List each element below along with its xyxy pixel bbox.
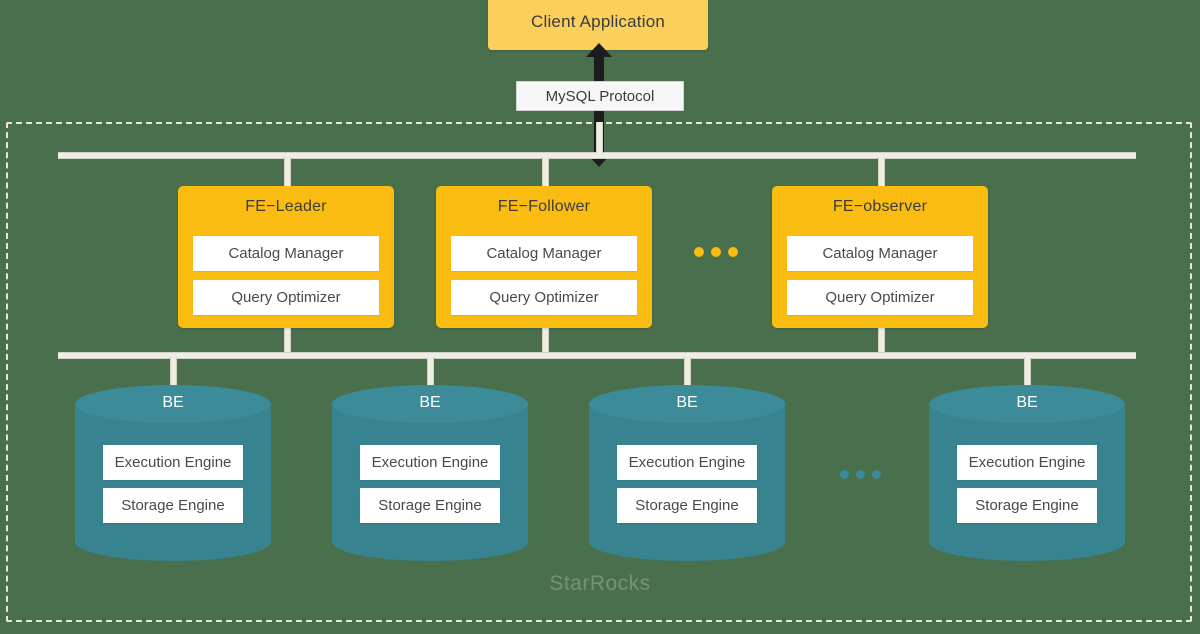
- fe-observer-query-optimizer[interactable]: Query Optimizer: [787, 280, 973, 315]
- be-bus-line: [58, 352, 1136, 359]
- mysql-protocol-label: MySQL Protocol: [545, 87, 655, 105]
- be-node-3-execution-engine[interactable]: Execution Engine: [617, 445, 757, 480]
- fe-leader-riser: [284, 328, 291, 354]
- be-ellipsis-dot-2: [856, 470, 865, 479]
- fe-leader-query-optimizer[interactable]: Query Optimizer: [193, 280, 379, 315]
- fe-follower-title: FE−Follower: [497, 198, 591, 215]
- be-node-4-bottom-cap: [929, 523, 1125, 561]
- mysql-protocol-label-box: MySQL Protocol: [516, 81, 684, 111]
- be-node-2-bottom-cap: [332, 523, 528, 561]
- fe-follower-query-optimizer[interactable]: Query Optimizer: [451, 280, 637, 315]
- fe-uplink-to-client: [596, 122, 603, 154]
- be-node-1-execution-engine[interactable]: Execution Engine: [103, 445, 243, 480]
- be-node-1-bottom-cap: [75, 523, 271, 561]
- be-node-4-storage-engine[interactable]: Storage Engine: [957, 488, 1097, 523]
- be-node-4-title: BE: [1016, 394, 1038, 411]
- be-node-1[interactable]: BE Execution Engine Storage Engine: [75, 385, 271, 561]
- fe-observer-catalog-manager[interactable]: Catalog Manager: [787, 236, 973, 271]
- starrocks-watermark: StarRocks: [549, 572, 651, 595]
- be-ellipsis-dot-3: [872, 470, 881, 479]
- be-node-3-title: BE: [676, 394, 698, 411]
- be-ellipsis-dots: [840, 470, 881, 479]
- be-node-2-execution-engine[interactable]: Execution Engine: [360, 445, 500, 480]
- fe-observer-riser: [878, 328, 885, 354]
- fe-observer-title: FE−observer: [832, 198, 928, 215]
- fe-leader-catalog-manager[interactable]: Catalog Manager: [193, 236, 379, 271]
- fe-ellipsis-dot-3: [728, 247, 738, 257]
- be-node-1-title: BE: [162, 394, 184, 411]
- fe-leader-title: FE−Leader: [245, 198, 327, 215]
- fe-follower-catalog-manager[interactable]: Catalog Manager: [451, 236, 637, 271]
- fe-leader-node[interactable]: FE−Leader Catalog Manager Query Optimize…: [178, 186, 394, 328]
- be-node-2-title: BE: [419, 394, 441, 411]
- be-node-3-bottom-cap: [589, 523, 785, 561]
- fe-follower-riser: [542, 328, 549, 354]
- be-node-3[interactable]: BE Execution Engine Storage Engine: [589, 385, 785, 561]
- fe-observer-node[interactable]: FE−observer Catalog Manager Query Optimi…: [772, 186, 988, 328]
- be-ellipsis-dot-1: [840, 470, 849, 479]
- fe-ellipsis-dot-1: [694, 247, 704, 257]
- be-node-2[interactable]: BE Execution Engine Storage Engine: [332, 385, 528, 561]
- fe-follower-node[interactable]: FE−Follower Catalog Manager Query Optimi…: [436, 186, 652, 328]
- fe-ellipsis-dots: [694, 247, 738, 257]
- be-node-3-storage-engine[interactable]: Storage Engine: [617, 488, 757, 523]
- be-node-4[interactable]: BE Execution Engine Storage Engine: [929, 385, 1125, 561]
- be-node-4-execution-engine[interactable]: Execution Engine: [957, 445, 1097, 480]
- be-node-1-storage-engine[interactable]: Storage Engine: [103, 488, 243, 523]
- client-application-label: Client Application: [530, 12, 665, 31]
- be-node-2-storage-engine[interactable]: Storage Engine: [360, 488, 500, 523]
- fe-ellipsis-dot-2: [711, 247, 721, 257]
- architecture-diagram: Client Application MySQL Protocol FE−Lea…: [0, 0, 1200, 634]
